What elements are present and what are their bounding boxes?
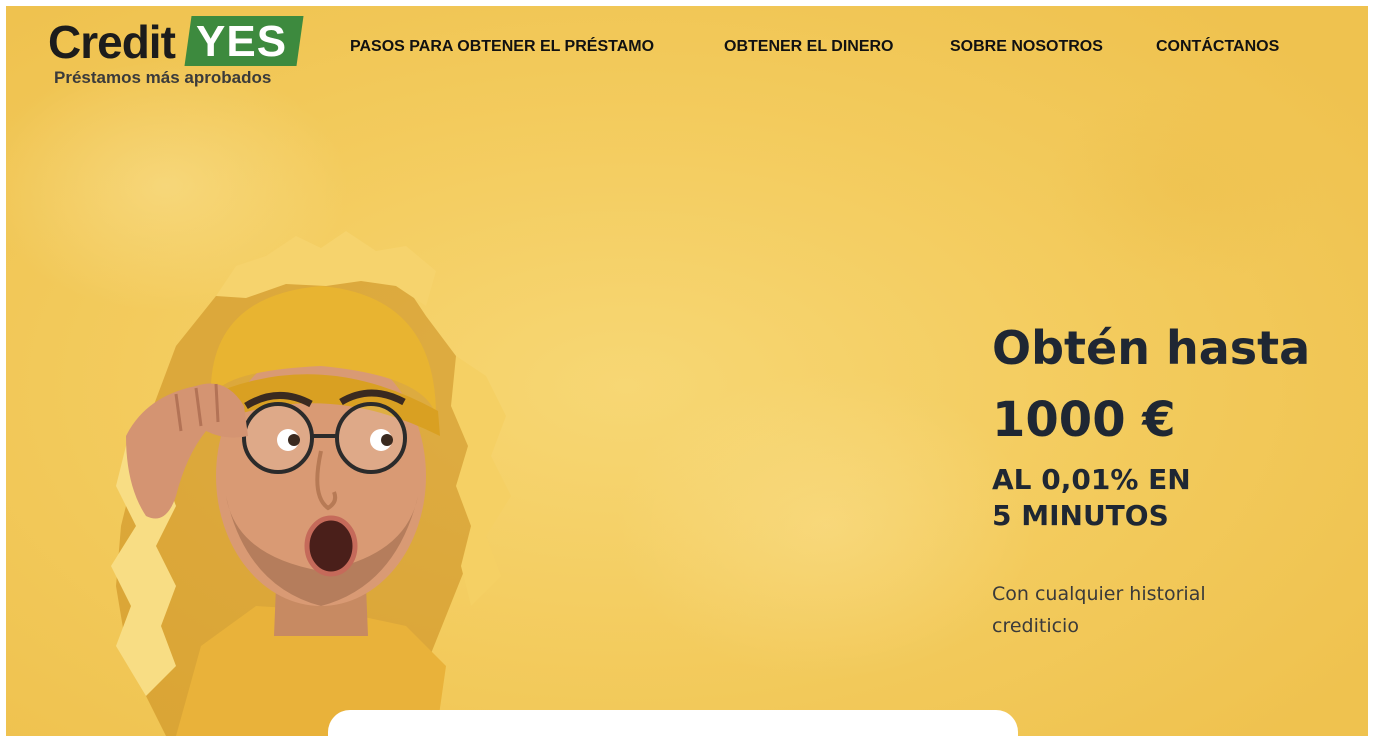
loan-form-card[interactable] <box>328 710 1018 736</box>
logo-tagline: Préstamos más aprobados <box>54 68 272 87</box>
eye-right-pupil <box>381 434 393 446</box>
hero-amount: 1000 € <box>992 392 1176 448</box>
brand-logo[interactable]: Credit YES Préstamos más aprobados <box>48 14 308 94</box>
nav-item-pasos[interactable]: PASOS PARA OBTENER EL PRÉSTAMO <box>350 38 654 56</box>
nav-item-contactanos[interactable]: CONTÁCTANOS <box>1156 38 1279 56</box>
logo-word-credit: Credit <box>48 16 176 68</box>
hero-title: Obtén hasta <box>992 321 1311 375</box>
hero-photo <box>111 231 511 736</box>
eye-left-pupil <box>288 434 300 446</box>
hero-subtitle: Con cualquier historial crediticio <box>992 583 1206 637</box>
nav-item-obtener-dinero[interactable]: OBTENER EL DINERO <box>724 38 894 56</box>
logo-word-yes: YES <box>196 17 288 66</box>
hero-rate-line2: 5 MINUTOS <box>992 499 1169 532</box>
nav-item-sobre-nosotros[interactable]: SOBRE NOSOTROS <box>950 38 1103 56</box>
hero-rate: AL 0,01% EN 5 MINUTOS <box>992 462 1332 534</box>
page: Credit YES Préstamos más aprobados PASOS… <box>6 6 1368 736</box>
mouth <box>304 515 358 577</box>
hero-rate-line1: AL 0,01% EN <box>992 463 1191 496</box>
